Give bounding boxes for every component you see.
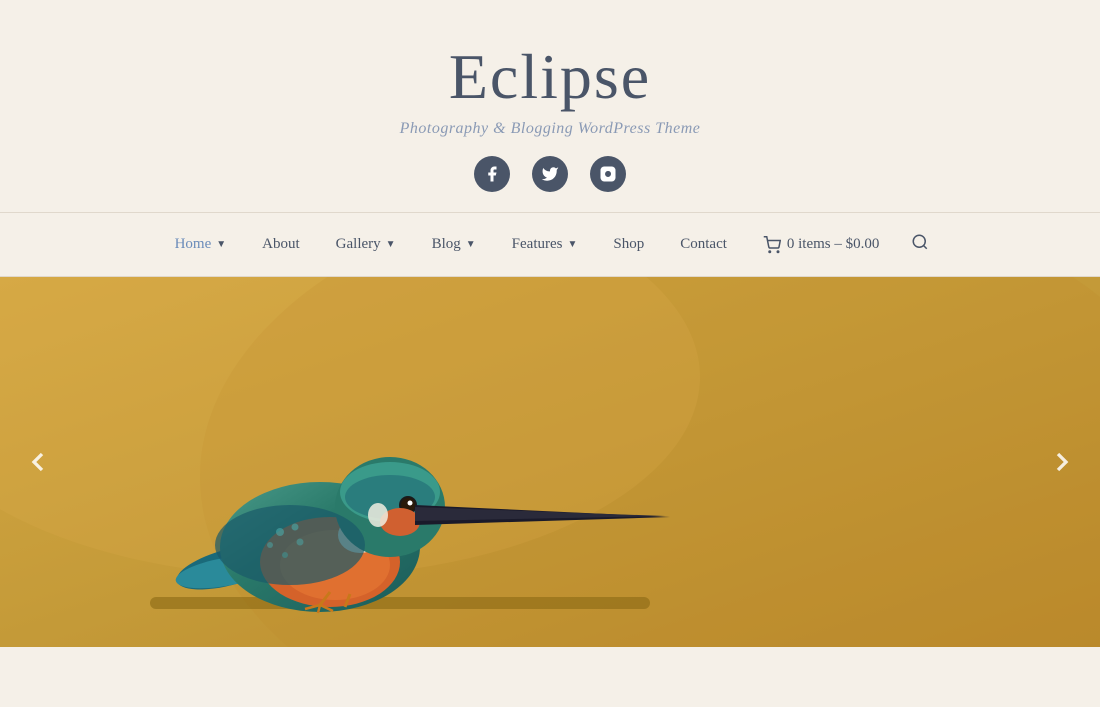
nav-item-features[interactable]: Features ▼	[498, 230, 592, 259]
instagram-icon[interactable]	[590, 156, 626, 192]
twitter-icon[interactable]	[532, 156, 568, 192]
social-icons-group	[474, 156, 626, 192]
chevron-down-icon: ▼	[386, 239, 396, 250]
chevron-down-icon: ▼	[567, 239, 577, 250]
nav-item-contact[interactable]: Contact	[666, 230, 741, 259]
nav-item-blog[interactable]: Blog ▼	[418, 230, 490, 259]
site-tagline: Photography & Blogging WordPress Theme	[400, 120, 701, 138]
nav-item-home[interactable]: Home ▼	[161, 230, 241, 259]
nav-item-shop[interactable]: Shop	[599, 230, 658, 259]
slideshow-prev-button[interactable]	[16, 440, 60, 484]
slideshow-next-button[interactable]	[1040, 440, 1084, 484]
nav-item-about[interactable]: About	[248, 230, 314, 259]
hero-image	[0, 277, 1100, 647]
search-icon	[911, 233, 929, 251]
search-button[interactable]	[901, 227, 939, 262]
nav-item-gallery[interactable]: Gallery ▼	[322, 230, 410, 259]
chevron-down-icon: ▼	[216, 239, 226, 250]
facebook-icon[interactable]	[474, 156, 510, 192]
main-navigation: Home ▼ About Gallery ▼ Blog ▼ Features ▼…	[0, 212, 1100, 277]
chevron-right-icon	[1046, 446, 1078, 478]
chevron-left-icon	[22, 446, 54, 478]
cart-button[interactable]: 0 items – $0.00	[749, 230, 894, 260]
site-title: Eclipse	[449, 40, 651, 114]
site-header: Eclipse Photography & Blogging WordPress…	[0, 0, 1100, 212]
hero-slideshow	[0, 277, 1100, 647]
cart-label: 0 items – $0.00	[787, 236, 880, 253]
chevron-down-icon: ▼	[466, 239, 476, 250]
